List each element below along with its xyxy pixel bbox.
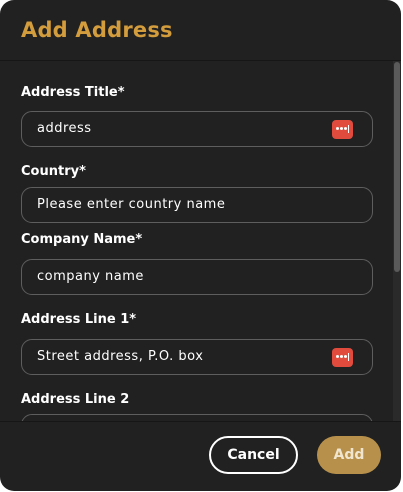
address-line-1-label: Address Line 1* <box>21 312 137 327</box>
footer-divider <box>0 421 401 422</box>
address-line-2-label: Address Line 2 <box>21 392 130 407</box>
address-title-label: Address Title* <box>21 85 125 100</box>
add-address-dialog: Add Address Address Title* address Count… <box>0 0 401 491</box>
form-scroll-area[interactable]: Address Title* address Country* Please e… <box>0 61 401 421</box>
address-line-1-placeholder: Street address, P.O. box <box>37 349 204 364</box>
address-title-value: address <box>37 121 92 136</box>
company-name-label: Company Name* <box>21 232 143 247</box>
country-placeholder: Please enter country name <box>37 197 226 212</box>
address-title-input[interactable]: address <box>21 111 373 147</box>
address-line-2-input[interactable] <box>21 414 373 421</box>
company-name-input[interactable]: company name <box>21 259 373 295</box>
address-line-1-input[interactable]: Street address, P.O. box <box>21 339 373 375</box>
password-dots-icon[interactable] <box>332 120 353 139</box>
company-name-placeholder: company name <box>37 269 144 284</box>
password-dots-icon[interactable] <box>332 348 353 367</box>
add-button[interactable]: Add <box>317 436 381 474</box>
cancel-button[interactable]: Cancel <box>209 436 298 474</box>
country-input[interactable]: Please enter country name <box>21 187 373 223</box>
dialog-title: Add Address <box>21 18 173 42</box>
scrollbar-thumb[interactable] <box>394 62 400 272</box>
country-label: Country* <box>21 164 86 179</box>
